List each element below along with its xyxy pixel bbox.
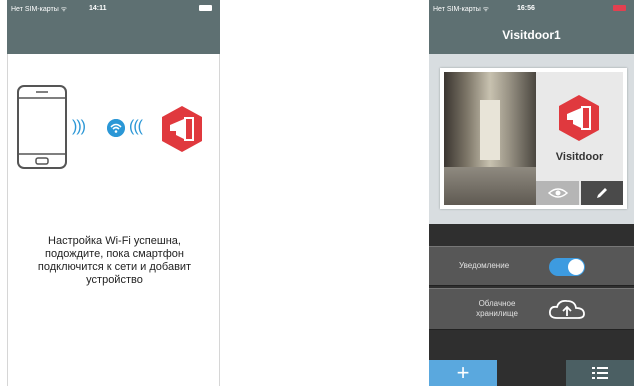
right-phone-screen: Нет SIM-карты ᯤ 16:56 Visitdoor1 Visitdo… (429, 0, 634, 386)
battery-icon (199, 5, 212, 11)
battery-icon (613, 5, 626, 11)
notification-row: Уведомление (429, 246, 634, 286)
camera-name: Visitdoor (555, 151, 604, 163)
cloud-storage-label: Облачное хранилище (476, 299, 518, 318)
add-button[interactable]: + (429, 360, 497, 386)
toggle-knob (568, 259, 584, 275)
carrier-text: Нет SIM-карты ᯤ (11, 6, 68, 13)
view-button[interactable] (536, 181, 579, 205)
visitdoor-logo-icon (559, 95, 599, 141)
status-bar: Нет SIM-карты ᯤ 16:56 Visitdoor1 (429, 0, 634, 54)
separator (429, 224, 634, 246)
clock-text: 14:11 (89, 5, 107, 12)
signal-waves-right: ((( (129, 118, 143, 135)
notification-toggle[interactable] (549, 258, 585, 276)
cloud-upload-icon[interactable] (547, 298, 587, 322)
edit-button[interactable] (581, 181, 623, 205)
camera-panel: Visitdoor (429, 54, 634, 224)
left-phone-screen: Нет SIM-карты ᯤ 14:11 ))) ((( Настройка … (7, 0, 220, 386)
wifi-success-message: Настройка Wi-Fi успешна, подождите, пока… (37, 235, 192, 286)
list-icon (592, 367, 608, 379)
hallway-door (480, 100, 500, 160)
camera-card[interactable]: Visitdoor (440, 68, 627, 209)
smartphone-icon (17, 85, 67, 169)
list-button[interactable] (566, 360, 634, 386)
notification-label: Уведомление (459, 261, 510, 270)
page-title: Visitdoor1 (502, 28, 561, 42)
pencil-icon (597, 188, 607, 198)
hallway-floor (444, 167, 536, 205)
signal-waves-left: ))) (72, 118, 86, 135)
eye-icon (547, 188, 568, 198)
carrier-text: Нет SIM-карты ᯤ (433, 6, 490, 13)
cloud-storage-row: Облачное хранилище (429, 288, 634, 330)
status-bar: Нет SIM-карты ᯤ 14:11 (7, 0, 220, 54)
camera-snapshot[interactable] (444, 72, 536, 205)
wifi-setup-content: ))) ((( Настройка Wi-Fi успешна, подожди… (7, 54, 220, 386)
wifi-icon (107, 119, 125, 137)
clock-text: 16:56 (517, 5, 535, 12)
visitdoor-logo-icon (162, 106, 202, 152)
